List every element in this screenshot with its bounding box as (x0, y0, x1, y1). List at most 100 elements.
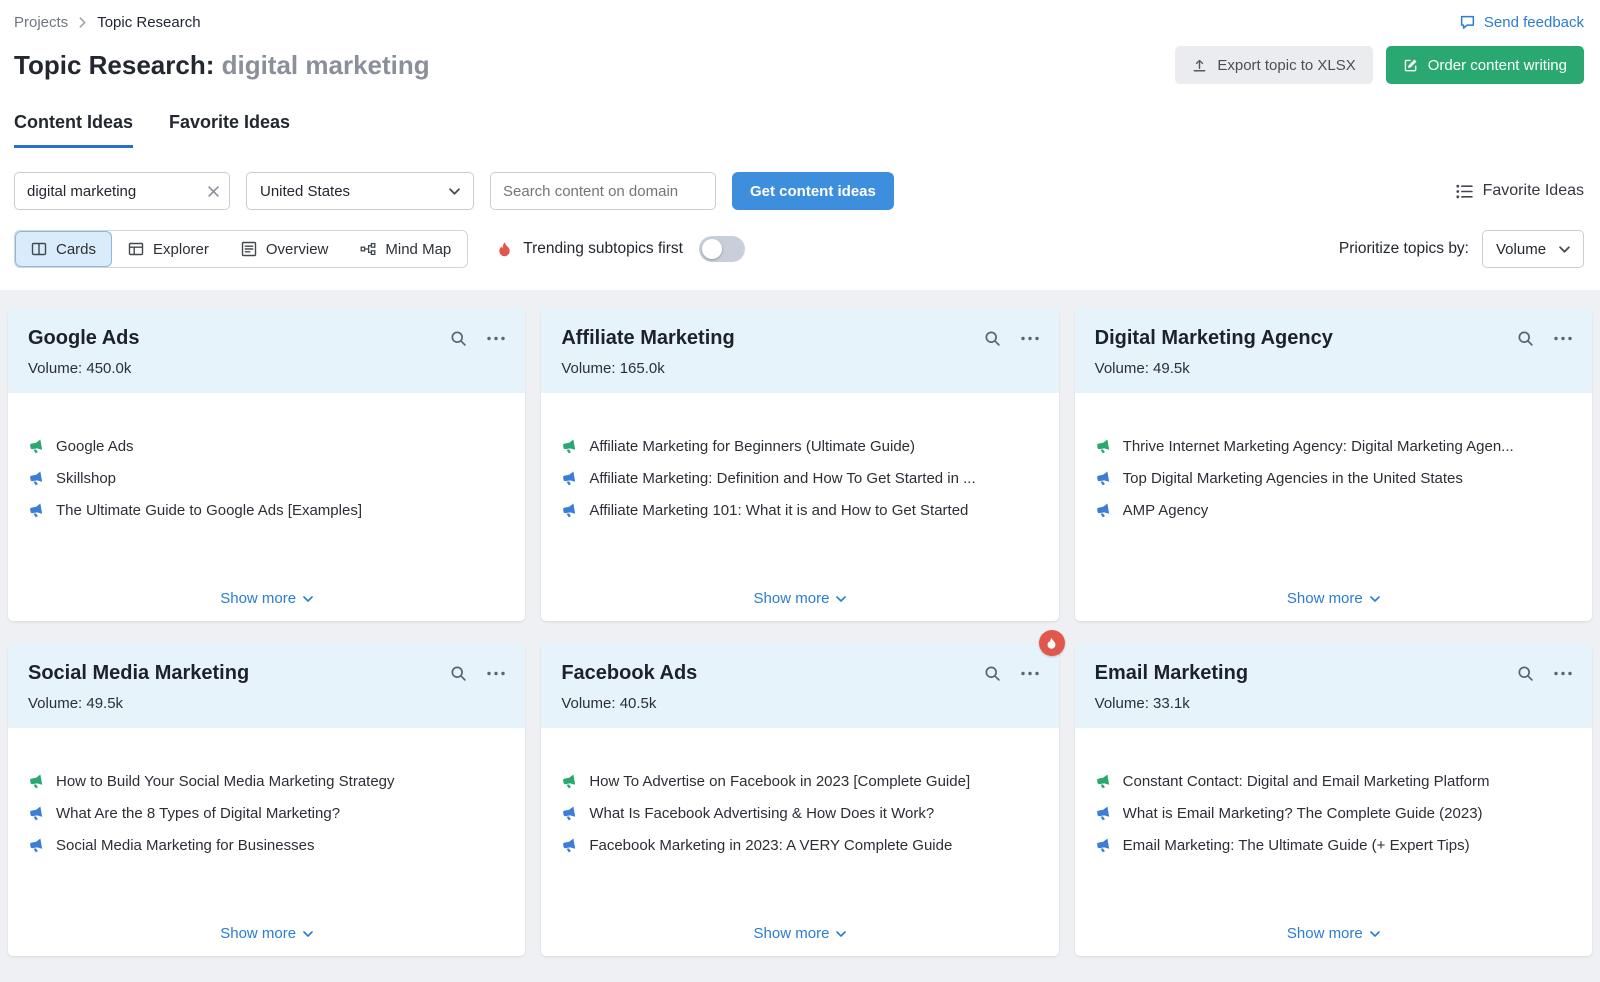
search-topic-icon[interactable] (1517, 330, 1534, 347)
card-volume: Volume: 40.5k (561, 695, 1038, 712)
table-view-icon (128, 241, 144, 257)
search-topic-icon[interactable] (984, 330, 1001, 347)
more-options-icon[interactable] (1554, 336, 1572, 341)
idea-item[interactable]: Affiliate Marketing 101: What it is and … (561, 502, 1038, 519)
megaphone-icon (28, 806, 44, 822)
show-more-link[interactable]: Show more (220, 590, 313, 607)
send-feedback-link[interactable]: Send feedback (1459, 14, 1584, 31)
chevron-down-icon (449, 188, 460, 195)
more-options-icon[interactable] (487, 336, 505, 341)
order-content-writing-button[interactable]: Order content writing (1386, 46, 1584, 84)
favorite-ideas-link[interactable]: Favorite Ideas (1456, 182, 1584, 200)
idea-item[interactable]: What is Email Marketing? The Complete Gu… (1095, 805, 1572, 822)
card-title: Social Media Marketing (28, 662, 249, 685)
trending-subtopics-control: Trending subtopics first (496, 236, 745, 262)
show-more-link[interactable]: Show more (1287, 590, 1380, 607)
megaphone-icon (28, 838, 44, 854)
card-header: Affiliate Marketing Volume: 165.0k (541, 308, 1058, 393)
idea-item[interactable]: Constant Contact: Digital and Email Mark… (1095, 773, 1572, 790)
feedback-bubble-icon (1459, 14, 1476, 31)
topic-card-google-ads: Google Ads Volume: 450.0k Google Ads (8, 308, 525, 621)
idea-item[interactable]: Facebook Marketing in 2023: A VERY Compl… (561, 837, 1038, 854)
card-volume: Volume: 49.5k (28, 695, 505, 712)
megaphone-icon (1095, 503, 1111, 519)
search-topic-icon[interactable] (450, 330, 467, 347)
get-content-ideas-button[interactable]: Get content ideas (732, 172, 894, 210)
export-topic-button[interactable]: Export topic to XLSX (1175, 46, 1372, 84)
megaphone-icon (1095, 838, 1111, 854)
search-topic-icon[interactable] (450, 665, 467, 682)
keyword-input[interactable] (14, 172, 230, 210)
view-cards[interactable]: Cards (15, 231, 112, 267)
page-title-query: digital marketing (222, 50, 430, 80)
idea-item[interactable]: What Are the 8 Types of Digital Marketin… (28, 805, 505, 822)
chevron-down-icon (1370, 931, 1380, 937)
view-switcher: Cards Explorer Overview Mind Map (14, 230, 468, 268)
idea-item[interactable]: Google Ads (28, 438, 505, 455)
show-more-link[interactable]: Show more (220, 925, 313, 942)
page-header: Projects Topic Research Send feedback To… (0, 0, 1600, 268)
idea-item[interactable]: Skillshop (28, 470, 505, 487)
card-header: Social Media Marketing Volume: 49.5k (8, 643, 525, 728)
idea-item[interactable]: How To Advertise on Facebook in 2023 [Co… (561, 773, 1038, 790)
topic-card-email-marketing: Email Marketing Volume: 33.1k Constant C… (1075, 643, 1592, 956)
megaphone-icon (28, 503, 44, 519)
card-volume: Volume: 450.0k (28, 360, 505, 377)
megaphone-icon (1095, 806, 1111, 822)
idea-item[interactable]: How to Build Your Social Media Marketing… (28, 773, 505, 790)
breadcrumb-projects[interactable]: Projects (14, 14, 68, 31)
chevron-down-icon (1370, 596, 1380, 602)
card-title: Affiliate Marketing (561, 327, 734, 350)
tab-content-ideas[interactable]: Content Ideas (14, 112, 133, 148)
card-header: Facebook Ads Volume: 40.5k (541, 643, 1058, 728)
megaphone-icon (561, 503, 577, 519)
view-explorer[interactable]: Explorer (112, 231, 225, 267)
idea-item[interactable]: Thrive Internet Marketing Agency: Digita… (1095, 438, 1572, 455)
view-overview[interactable]: Overview (225, 231, 345, 267)
card-header: Email Marketing Volume: 33.1k (1075, 643, 1592, 728)
show-more-link[interactable]: Show more (754, 590, 847, 607)
card-volume: Volume: 33.1k (1095, 695, 1572, 712)
card-title: Google Ads (28, 327, 139, 350)
view-mindmap[interactable]: Mind Map (344, 231, 467, 267)
page-title: Topic Research: digital marketing (14, 50, 430, 81)
megaphone-icon (28, 439, 44, 455)
search-topic-icon[interactable] (984, 665, 1001, 682)
idea-item[interactable]: Affiliate Marketing for Beginners (Ultim… (561, 438, 1038, 455)
megaphone-icon (1095, 439, 1111, 455)
search-topic-icon[interactable] (1517, 665, 1534, 682)
more-options-icon[interactable] (1021, 671, 1039, 676)
show-more-link[interactable]: Show more (1287, 925, 1380, 942)
chevron-down-icon (836, 596, 846, 602)
domain-search-input[interactable] (490, 172, 716, 210)
idea-item[interactable]: What Is Facebook Advertising & How Does … (561, 805, 1038, 822)
idea-item[interactable]: Social Media Marketing for Businesses (28, 837, 505, 854)
tab-favorite-ideas[interactable]: Favorite Ideas (169, 112, 290, 148)
megaphone-icon (561, 838, 577, 854)
topic-card-digital-marketing-agency: Digital Marketing Agency Volume: 49.5k T… (1075, 308, 1592, 621)
cards-view-icon (31, 241, 47, 257)
clear-keyword-icon[interactable] (208, 186, 219, 197)
list-icon (1456, 184, 1473, 199)
trending-toggle[interactable] (699, 236, 745, 262)
breadcrumb-separator-icon (79, 17, 86, 28)
more-options-icon[interactable] (1021, 336, 1039, 341)
idea-item[interactable]: Top Digital Marketing Agencies in the Un… (1095, 470, 1572, 487)
idea-item[interactable]: Email Marketing: The Ultimate Guide (+ E… (1095, 837, 1572, 854)
card-header: Google Ads Volume: 450.0k (8, 308, 525, 393)
topic-card-facebook-ads: Facebook Ads Volume: 40.5k How To Advert… (541, 643, 1058, 956)
country-select[interactable]: United States (246, 172, 474, 210)
megaphone-icon (561, 806, 577, 822)
idea-item[interactable]: Affiliate Marketing: Definition and How … (561, 470, 1038, 487)
chevron-down-icon (303, 596, 313, 602)
megaphone-icon (561, 774, 577, 790)
chevron-down-icon (1559, 246, 1570, 253)
prioritize-select[interactable]: Volume (1482, 230, 1584, 268)
idea-item[interactable]: AMP Agency (1095, 502, 1572, 519)
show-more-link[interactable]: Show more (754, 925, 847, 942)
more-options-icon[interactable] (487, 671, 505, 676)
megaphone-icon (1095, 471, 1111, 487)
idea-item[interactable]: The Ultimate Guide to Google Ads [Exampl… (28, 502, 505, 519)
card-volume: Volume: 49.5k (1095, 360, 1572, 377)
more-options-icon[interactable] (1554, 671, 1572, 676)
